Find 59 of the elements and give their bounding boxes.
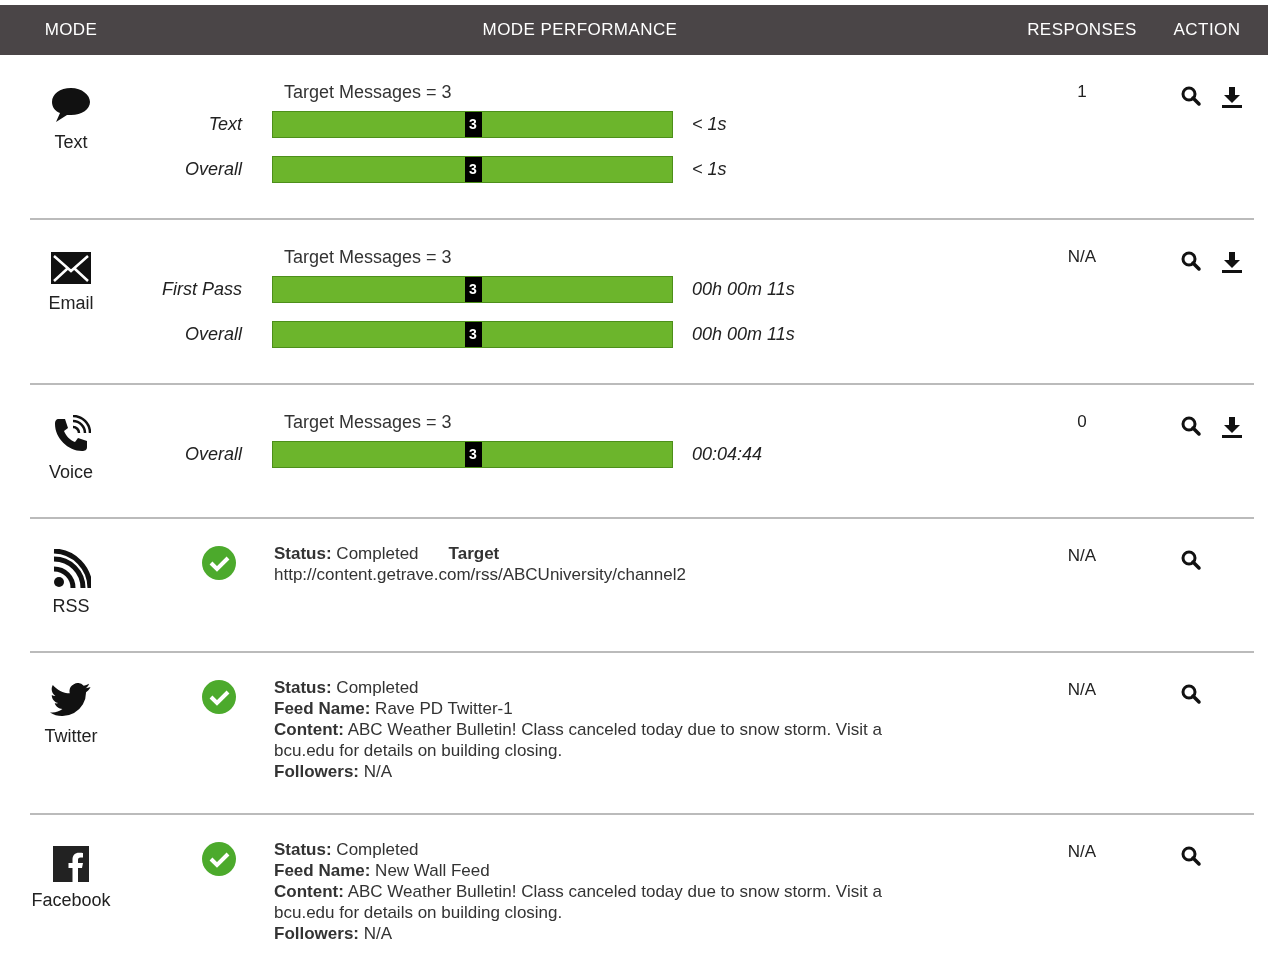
bar-reading: 00h 00m 11s <box>692 278 795 301</box>
progress-marker: 3 <box>464 277 482 302</box>
status-field: Feed Name: New Wall Feed <box>274 861 490 880</box>
status-field: Followers: N/A <box>274 762 393 781</box>
status-field: Content: ABC Weather Bulletin! Class canceled today due to snow storm. Visit a bcu.edu for details on building closing. <box>274 720 882 760</box>
response-count: 1 <box>1077 81 1087 101</box>
status-field: Feed Name: Rave PD Twitter-1 <box>274 699 513 718</box>
status-field: Followers: N/A <box>274 924 393 943</box>
progress-marker: 3 <box>464 442 482 467</box>
mode-label: Email <box>48 292 94 315</box>
bar-label: Overall <box>184 443 244 466</box>
mode-label: Text <box>54 131 88 154</box>
bar-reading: < 1s <box>692 113 727 136</box>
bar-label: Overall <box>184 323 244 346</box>
response-count: N/A <box>1067 679 1097 699</box>
bar-reading: 00h 00m 11s <box>692 323 795 346</box>
speech-bubble-icon <box>50 85 92 125</box>
bar-label: Text <box>207 113 244 136</box>
bar-label: First Pass <box>161 278 243 301</box>
facebook-icon <box>52 845 90 883</box>
bird-icon <box>50 683 92 719</box>
column-header: ACTION <box>1172 19 1242 42</box>
mode-label: Facebook <box>31 889 111 912</box>
response-count: N/A <box>1067 246 1097 266</box>
target-messages: Target Messages = 3 <box>284 246 453 269</box>
download-icon[interactable] <box>1220 85 1244 109</box>
response-count: N/A <box>1067 545 1097 565</box>
status-field: Status: Completed <box>274 678 419 697</box>
search-icon[interactable] <box>1180 845 1202 867</box>
search-icon[interactable] <box>1180 250 1202 272</box>
search-icon[interactable] <box>1180 683 1202 705</box>
column-header: MODE PERFORMANCE <box>481 19 679 42</box>
status-field: Target <box>448 544 500 563</box>
response-count: 0 <box>1077 411 1087 431</box>
target-messages: Target Messages = 3 <box>284 81 453 104</box>
rss-icon <box>51 549 91 589</box>
bar-reading: < 1s <box>692 158 727 181</box>
bar-reading: 00:04:44 <box>692 443 763 466</box>
download-icon[interactable] <box>1220 415 1244 439</box>
response-count: N/A <box>1067 841 1097 861</box>
status-field: Status: Completed <box>274 544 419 563</box>
mode-label: RSS <box>52 595 90 618</box>
column-header: MODE <box>43 19 99 42</box>
progress-marker: 3 <box>464 112 482 137</box>
search-icon[interactable] <box>1180 549 1202 571</box>
status-field: Content: ABC Weather Bulletin! Class canceled today due to snow storm. Visit a bcu.edu for details on building closing. <box>274 882 882 922</box>
search-icon[interactable] <box>1180 85 1202 107</box>
column-header: RESPONSES <box>1026 19 1138 42</box>
progress-marker: 3 <box>464 157 482 182</box>
status-field: http://content.getrave.com/rss/ABCUniversity/channel2 <box>274 565 686 584</box>
download-icon[interactable] <box>1220 250 1244 274</box>
mode-label: Voice <box>48 461 93 484</box>
status-field: Status: Completed <box>274 840 419 859</box>
search-icon[interactable] <box>1180 415 1202 437</box>
mode-label: Twitter <box>44 725 98 748</box>
bar-label: Overall <box>184 158 244 181</box>
target-messages: Target Messages = 3 <box>284 411 453 434</box>
envelope-icon <box>49 250 93 286</box>
progress-marker: 3 <box>464 322 482 347</box>
